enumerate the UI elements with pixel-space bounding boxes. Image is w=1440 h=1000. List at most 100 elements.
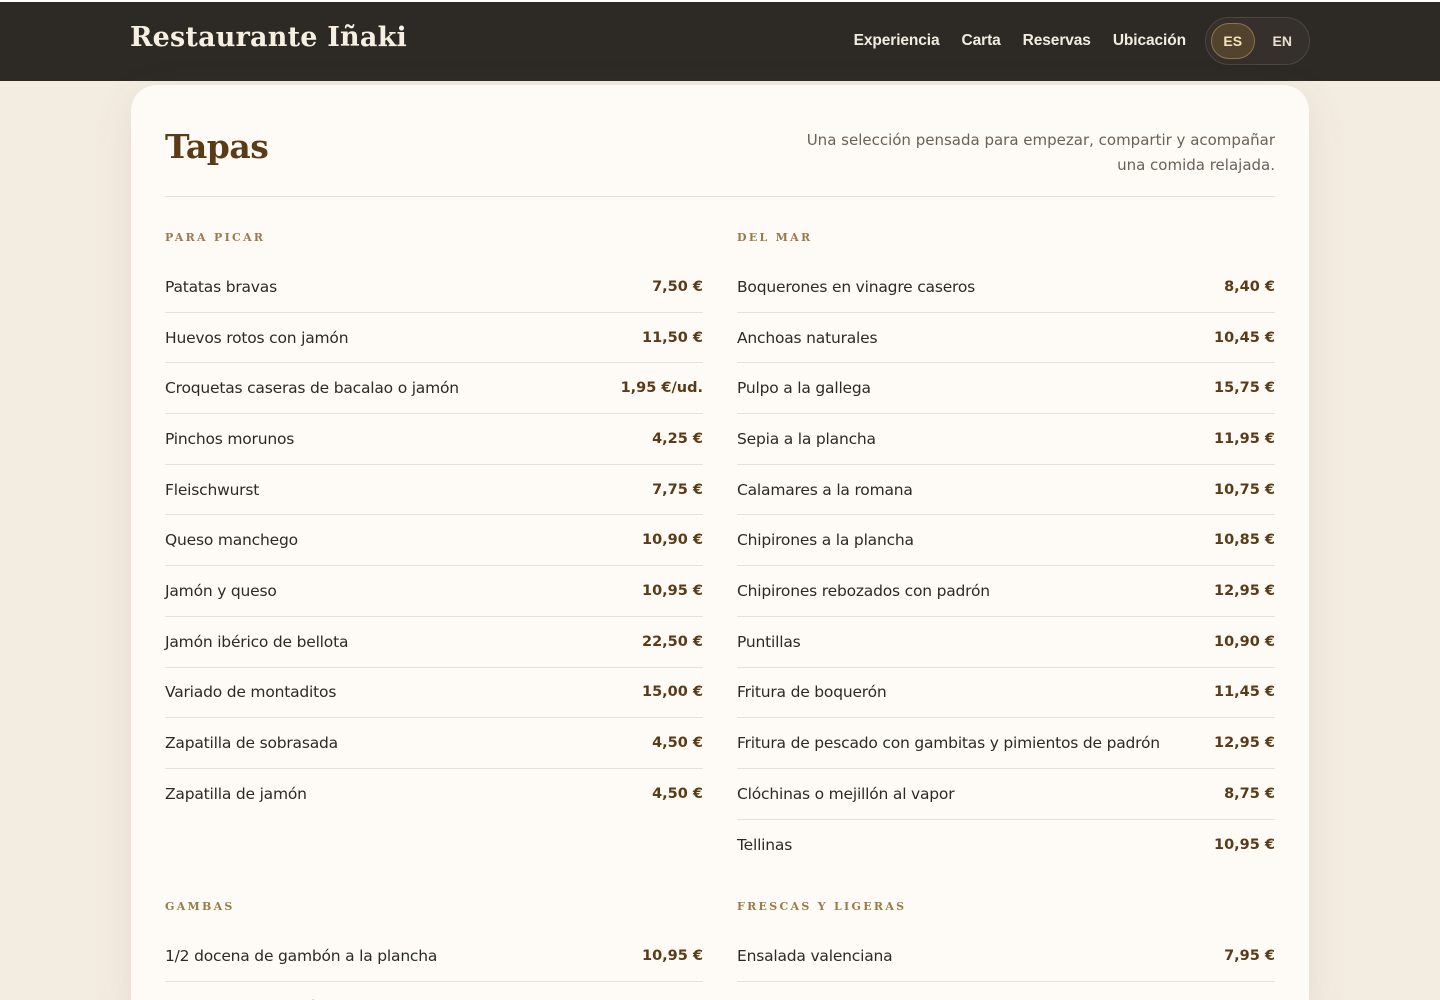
menu-item-price: 11,95 € [1213,430,1275,447]
main-nav: Experiencia Carta Reservas Ubicación ES … [832,17,1310,65]
menu-title: Tapas [165,127,269,166]
menu-item-list: Ensalada valenciana 7,95 € Ensalada especi… [737,931,1275,1000]
menu-item-name: Calamares a la romana [737,480,913,499]
menu-item-row: Boquerones en vinagre caseros 8,40 € [737,262,1275,313]
menu-item-name: Pulpo a la gallega [737,379,871,398]
menu-item-row: Pinchos morunos 4,25 € [165,414,703,465]
menu-item-price: 22,50 € [641,633,703,650]
menu-item-name: Boquerones en vinagre caseros [737,277,976,296]
menu-section-del-mar: DEL MAR Boquerones en vinagre caseros 8,4… [737,223,1275,870]
menu-item-name: Fritura de boquerón [737,683,887,702]
menu-item-row: 1/2 docena de gambón a la plancha 10,95 € [165,931,703,982]
menu-item-price: 8,40 € [1224,278,1275,295]
menu-item-name: Jamón ibérico de bellota [165,632,349,651]
menu-item-row: Variado de montaditos 15,00 € [165,668,703,719]
menu-item-name: Chipirones a la plancha [737,531,914,550]
language-option-en[interactable]: EN [1261,23,1304,59]
menu-item-row: Sepia a la plancha 11,95 € [737,414,1275,465]
nav-link-carta[interactable]: Carta [962,32,1001,50]
menu-item-row: Ensalada valenciana 7,95 € [737,931,1275,982]
menu-item-price: 10,75 € [1213,481,1275,498]
nav-link-reservas[interactable]: Reservas [1023,32,1091,50]
menu-item-price: 10,85 € [1213,532,1275,549]
menu-item-row: Fritura de pescado con gambitas y pimien… [737,718,1275,769]
menu-item-price: 7,75 € [652,481,703,498]
menu-item-name: 1/2 docena de gambón a la plancha [165,946,438,965]
section-title: DEL MAR [737,231,813,244]
menu-item-name: Ensalada valenciana [737,946,893,965]
menu-item-row: Ensalada especial11,95 € [737,982,1275,1000]
menu-card: Tapas Una selección pensada para empezar… [131,85,1309,1000]
menu-item-name: Fleischwurst [165,480,260,499]
menu-item-row: Fritura de boquerón 11,45 € [737,668,1275,719]
nav-link-ubicacion[interactable]: Ubicación [1113,32,1186,50]
menu-item-price: 10,95 € [641,947,703,964]
menu-item-price: 11,45 € [1213,684,1275,701]
nav-link-experiencia[interactable]: Experiencia [854,32,940,50]
menu-item-price: 11,50 € [641,329,703,346]
menu-item-name: Patatas bravas [165,277,277,296]
menu-item-price: 4,50 € [652,735,703,752]
menu-item-price: 15,00 € [641,684,703,701]
menu-item-price: 10,95 € [1213,836,1275,853]
menu-section-frescas-y-ligeras: FRESCAS Y LIGERAS Ensalada valenciana 7,9… [737,892,1275,1000]
menu-item-list: Patatas bravas 7,50 € Huevos rotos con jam… [165,262,703,820]
menu-item-row: Jamón ibérico de bellota 22,50 € [165,617,703,668]
menu-item-name: Jamón y queso [165,581,277,600]
menu-item-name: Pinchos morunos [165,429,295,448]
menu-item-row: Huevos rotos con jamón 11,50 € [165,313,703,364]
menu-item-name: Anchoas naturales [737,328,878,347]
title-divider [165,196,1275,197]
menu-item-list: 1/2 docena de gambón a la plancha 10,95 €… [165,931,703,1000]
menu-item-row: Clóchinas o mejillón al vapor 8,75 € [737,769,1275,820]
menu-item-row: Calamares a la romana 10,75 € [737,465,1275,516]
menu-item-row: Jamón y queso 10,95 € [165,566,703,617]
brand-logo-text[interactable]: Restaurante Iñaki [130,22,407,53]
section-title: FRESCAS Y LIGERAS [737,900,907,913]
menu-section-gambas: GAMBAS 1/2 docena de gambón a la plancha… [165,892,703,1000]
menu-item-price: 10,45 € [1213,329,1275,346]
menu-item-row: Croquetas caseras de bacalao o jamón 1,95… [165,363,703,415]
menu-item-row: Tellinas 10,95 € [737,820,1275,871]
menu-item-row: Fleischwurst 7,75 € [165,465,703,516]
menu-item-row: Pulpo a la gallega 15,75 € [737,363,1275,415]
menu-item-name: Puntillas [737,632,801,651]
menu-item-name: Tellinas [737,835,793,854]
menu-item-price: 15,75 € [1213,380,1275,397]
menu-item-row: Zapatilla de jamón 4,50 € [165,769,703,820]
menu-item-row: Zapatilla de sobrasada 4,50 € [165,718,703,769]
menu-item-name: Clóchinas o mejillón al vapor [737,784,955,803]
menu-item-name: Huevos rotos con jamón [165,328,349,347]
menu-item-name: Zapatilla de sobrasada [165,734,338,753]
menu-item-row: Chipirones a la plancha 10,85 € [737,515,1275,567]
menu-item-name: Chipirones rebozados con padrón [737,581,990,600]
menu-item-price: 12,95 € [1213,582,1275,599]
menu-item-price: 7,95 € [1224,947,1275,964]
menu-item-name: Sepia a la plancha [737,429,876,448]
menu-item-name: Variado de montaditos [165,683,337,702]
menu-item-price: 10,95 € [641,582,703,599]
menu-item-name: Queso manchego [165,531,298,550]
menu-item-price: 10,90 € [641,532,703,549]
menu-section-para-picar: PARA PICAR Patatas bravas 7,50 € Huevos ro… [165,223,703,820]
menu-item-name: Croquetas caseras de bacalao o jamón [165,379,459,398]
menu-item-price: 12,95 € [1213,735,1275,752]
top-navigation-bar: Restaurante Iñaki Experiencia Carta Rese… [0,0,1440,81]
menu-item-name: Fritura de pescado con gambitas y pimien… [737,734,1160,753]
menu-item-price: 10,90 € [1213,633,1275,650]
menu-item-row: Queso manchego 10,90 € [165,515,703,567]
menu-item-price: 4,25 € [652,430,703,447]
menu-item-row: Chipirones rebozados con padrón 12,95 € [737,566,1275,617]
menu-item-row: Puntillas 10,90 € [737,617,1275,668]
language-option-es[interactable]: ES [1211,23,1255,59]
menu-item-price: 8,75 € [1224,785,1275,802]
language-switcher: ES EN [1205,17,1310,65]
menu-description: Una selección pensada para empezar, comp… [806,131,1275,174]
section-title: GAMBAS [165,900,235,913]
menu-item-name: Zapatilla de jamón [165,785,307,804]
menu-item-price: 4,50 € [652,786,703,803]
menu-item-row: Anchoas naturales 10,45 € [737,313,1275,364]
menu-item-row: 1 docena de gambón a la plancha21,50 € [165,982,703,1000]
section-title: PARA PICAR [165,231,266,244]
menu-item-price: 7,50 € [652,278,703,295]
